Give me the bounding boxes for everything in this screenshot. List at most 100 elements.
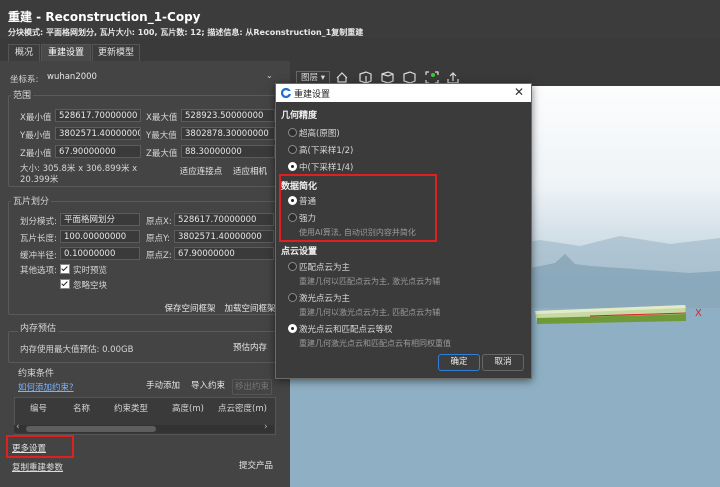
strong-description: 使用AI算法, 自动识别内容并简化 [299, 228, 416, 237]
radio-medium[interactable] [288, 162, 297, 171]
origin-x-field[interactable]: 528617.70000000 [174, 213, 274, 226]
toolbar-icons [336, 71, 459, 84]
ignore-empty-checkbox[interactable] [60, 279, 70, 289]
tiling-mode-select[interactable]: 平面格网划分 [60, 213, 140, 226]
option-label: 中(下采样1/4) [299, 163, 354, 173]
table-scrollbar[interactable]: ‹ › [14, 422, 274, 433]
geo-precision-title: 几何精度 [281, 111, 318, 121]
share-icon[interactable] [447, 72, 459, 84]
data-simplify-title: 数据简化 [281, 182, 318, 192]
y-max-field[interactable]: 3802878.30000000 [181, 127, 275, 140]
scrollbar-thumb[interactable] [26, 426, 156, 432]
cube-side-icon[interactable] [381, 71, 394, 84]
ok-button[interactable]: 确定 [438, 354, 480, 371]
realtime-preview-label: 实时预览 [73, 266, 108, 276]
window-titlebar: 重建 - Reconstruction_1-Copy 分块模式: 平面格网划分,… [0, 0, 720, 38]
window-subtitle: 分块模式: 平面格网划分, 瓦片大小: 100, 瓦片数: 12; 描述信息: … [8, 28, 364, 37]
option-label: 匹配点云为主 [299, 263, 351, 273]
option-description: 重建几何以激光点云为主, 匹配点云为辅 [299, 308, 441, 317]
x-max-label: X最大值 [146, 113, 178, 123]
chevron-down-icon[interactable]: ⌄ [266, 71, 273, 80]
tab-update-model[interactable]: 更新模型 [92, 44, 140, 61]
radio-strong[interactable] [288, 213, 297, 222]
option-label: 激光点云为主 [299, 294, 351, 304]
app-logo-icon [281, 88, 291, 98]
radio-high[interactable] [288, 145, 297, 154]
cube-top-icon[interactable] [403, 71, 416, 84]
tab-overview[interactable]: 概况 [8, 44, 40, 61]
z-max-field[interactable]: 88.30000000 [181, 145, 275, 158]
origin-z-label: 原点Z: [146, 251, 172, 261]
radio-ultra-high[interactable] [288, 128, 297, 137]
axis-x-label: X [695, 308, 702, 319]
option-label: 超高(原图) [299, 129, 340, 139]
scroll-left-icon[interactable]: ‹ [16, 422, 20, 432]
home-icon[interactable] [336, 72, 348, 83]
fit-tie-points-button[interactable]: 适应连接点 [176, 165, 226, 179]
import-constraint-button[interactable]: 导入约束 [188, 379, 228, 393]
x-min-field[interactable]: 528617.70000000 [55, 109, 141, 122]
realtime-preview-checkbox[interactable] [60, 264, 70, 274]
option-label: 强力 [299, 214, 317, 224]
buffer-radius-label: 缓冲半径: [20, 251, 57, 261]
option-label: 普通 [299, 197, 317, 207]
column-header: 编号 [30, 404, 48, 414]
tiling-title: 瓦片划分 [11, 194, 52, 207]
window-title: 重建 - Reconstruction_1-Copy [8, 10, 201, 24]
x-min-label: X最小值 [20, 113, 52, 123]
z-min-field[interactable]: 67.90000000 [55, 145, 141, 158]
estimate-memory-button[interactable]: 预估内存 [230, 341, 270, 355]
fit-cameras-button[interactable]: 适应相机 [230, 165, 270, 179]
radio-matched-primary[interactable] [288, 262, 297, 271]
y-max-label: Y最大值 [146, 131, 177, 141]
highlight-more-settings [6, 435, 74, 458]
manual-add-button[interactable]: 手动添加 [143, 379, 183, 393]
save-frame-button[interactable]: 保存空间框架 [162, 302, 218, 316]
scroll-right-icon[interactable]: › [264, 422, 268, 432]
option-label: 高(下采样1/2) [299, 146, 354, 156]
radio-lidar-primary[interactable] [288, 293, 297, 302]
settings-panel: 坐标系: wuhan2000 ⌄ 范围 X最小值 528617.70000000… [0, 61, 290, 487]
tile-length-label: 瓦片长度: [20, 234, 57, 244]
cube-front-icon[interactable] [359, 71, 372, 84]
column-header: 点云密度(m) [218, 404, 267, 414]
origin-y-label: 原点Y: [146, 234, 170, 244]
cancel-button[interactable]: 取消 [482, 354, 524, 371]
tab-reconstruction-settings[interactable]: 重建设置 [41, 44, 91, 61]
dialog-title: 重建设置 [294, 90, 331, 100]
crs-label: 坐标系: [10, 75, 39, 85]
submit-product-button[interactable]: 提交产品 [236, 459, 276, 473]
close-icon[interactable]: ✕ [514, 85, 524, 99]
point-cloud-title: 点云设置 [281, 247, 318, 257]
extent-title: 范围 [11, 88, 34, 101]
load-frame-button[interactable]: 加载空间框架 [221, 302, 279, 316]
extent-size-line2: 20.399米 [20, 175, 59, 185]
constraints-title: 约束条件 [18, 369, 55, 379]
z-min-label: Z最小值 [20, 149, 52, 159]
column-header: 名称 [73, 404, 91, 414]
option-label: 激光点云和匹配点云等权 [299, 325, 393, 335]
layers-label: 图层 [301, 73, 319, 83]
column-header: 高度(m) [172, 404, 204, 414]
origin-z-field[interactable]: 67.90000000 [174, 247, 274, 260]
memory-title: 内存预估 [18, 321, 59, 334]
ignore-empty-label: 忽略空块 [73, 281, 108, 291]
x-max-field[interactable]: 528923.50000000 [181, 109, 275, 122]
y-min-field[interactable]: 3802571.40000000 [55, 127, 141, 140]
option-description: 重建几何激光点云和匹配点云有相同权重值 [299, 339, 451, 348]
crs-select[interactable]: wuhan2000 [44, 71, 276, 84]
column-header: 约束类型 [114, 404, 149, 414]
reconstruction-settings-dialog: 重建设置 ✕ 几何精度 超高(原图) 高(下采样1/2) 中(下采样1/4) 数… [275, 83, 532, 379]
buffer-radius-field[interactable]: 0.10000000 [60, 247, 140, 260]
constraint-help-link[interactable]: 如何添加约束? [18, 381, 74, 393]
tile-length-field[interactable]: 100.00000000 [60, 230, 140, 243]
remove-constraint-button[interactable]: 移出约束 [232, 379, 272, 395]
radio-equal-weight[interactable] [288, 324, 297, 333]
tiling-mode-label: 划分模式: [20, 217, 57, 227]
origin-y-field[interactable]: 3802571.40000000 [174, 230, 274, 243]
z-max-label: Z最大值 [146, 149, 178, 159]
radio-normal[interactable] [288, 196, 297, 205]
origin-x-label: 原点X: [146, 217, 172, 227]
copy-params-link[interactable]: 复制重建参数 [12, 461, 63, 473]
y-min-label: Y最小值 [20, 131, 51, 141]
